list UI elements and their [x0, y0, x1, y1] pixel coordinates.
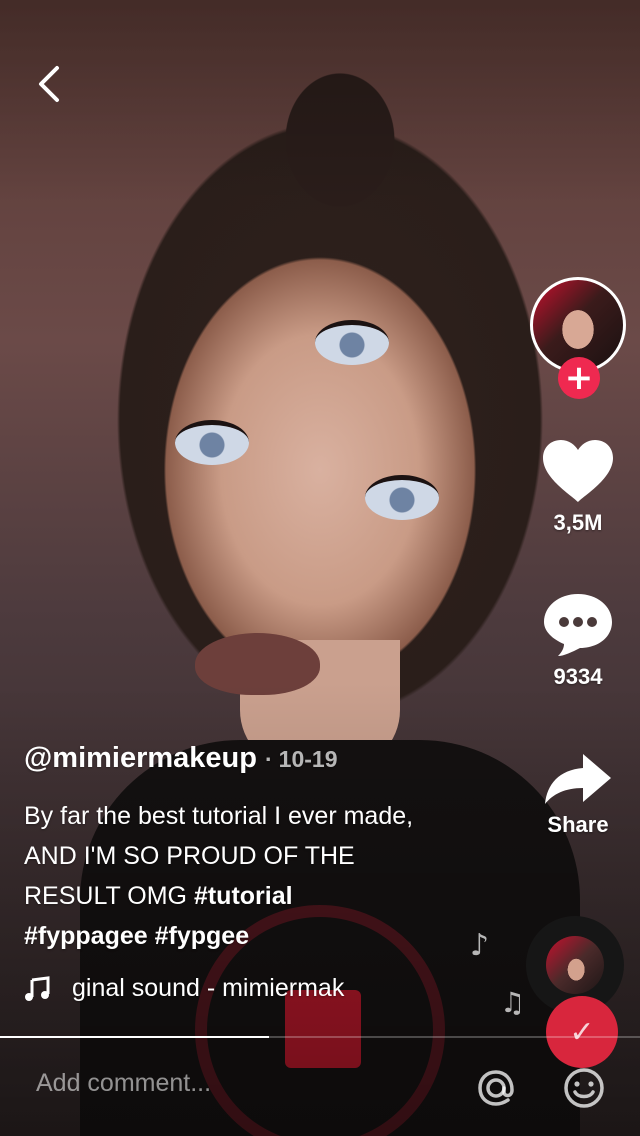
hashtag[interactable]: #tutorial	[194, 882, 293, 910]
like-count: 3,5M	[553, 510, 603, 535]
disc-cover-art	[546, 936, 604, 994]
hashtag[interactable]: #fypgee	[155, 922, 249, 950]
comment-bar	[0, 1038, 640, 1136]
comment-count: 9334	[553, 664, 603, 689]
sound-label: ginal sound - mimiermak	[72, 974, 345, 1002]
share-arrow-icon	[545, 754, 611, 804]
at-icon	[478, 1070, 514, 1106]
plus-icon: +	[564, 358, 594, 398]
music-note-icon: ♪	[470, 928, 490, 963]
comment-button[interactable]: 9334	[530, 592, 626, 690]
chevron-left-icon	[39, 66, 59, 102]
creator-line: @mimiermakeup · 10-19	[24, 742, 444, 782]
smiley-icon	[564, 1068, 604, 1108]
music-notes-icon: ♫	[500, 986, 526, 1019]
share-button[interactable]: Share	[530, 750, 626, 838]
add-comment-input[interactable]	[34, 1068, 418, 1099]
post-date: 10-19	[278, 746, 338, 772]
like-button[interactable]: 3,5M	[530, 438, 626, 536]
comment-bubble-icon	[544, 594, 612, 656]
heart-icon	[543, 440, 613, 502]
sound-link[interactable]: ginal sound - mimiermak	[24, 974, 402, 1003]
emoji-button[interactable]	[560, 1064, 608, 1112]
music-note-icon	[25, 975, 50, 1001]
video-caption: @mimiermakeup · 10-19 By far the best tu…	[24, 742, 444, 956]
back-button[interactable]	[26, 60, 70, 108]
follow-button[interactable]: +	[558, 357, 600, 399]
caption-text: By far the best tutorial I ever made, AN…	[24, 796, 444, 956]
hashtag[interactable]: #fyppagee	[24, 922, 148, 950]
share-label: Share	[547, 812, 609, 837]
post-date-separator: ·	[264, 746, 273, 772]
creator-avatar-group[interactable]: +	[530, 277, 626, 399]
mention-button[interactable]	[472, 1064, 520, 1112]
creator-username[interactable]: @mimiermakeup	[24, 742, 257, 775]
